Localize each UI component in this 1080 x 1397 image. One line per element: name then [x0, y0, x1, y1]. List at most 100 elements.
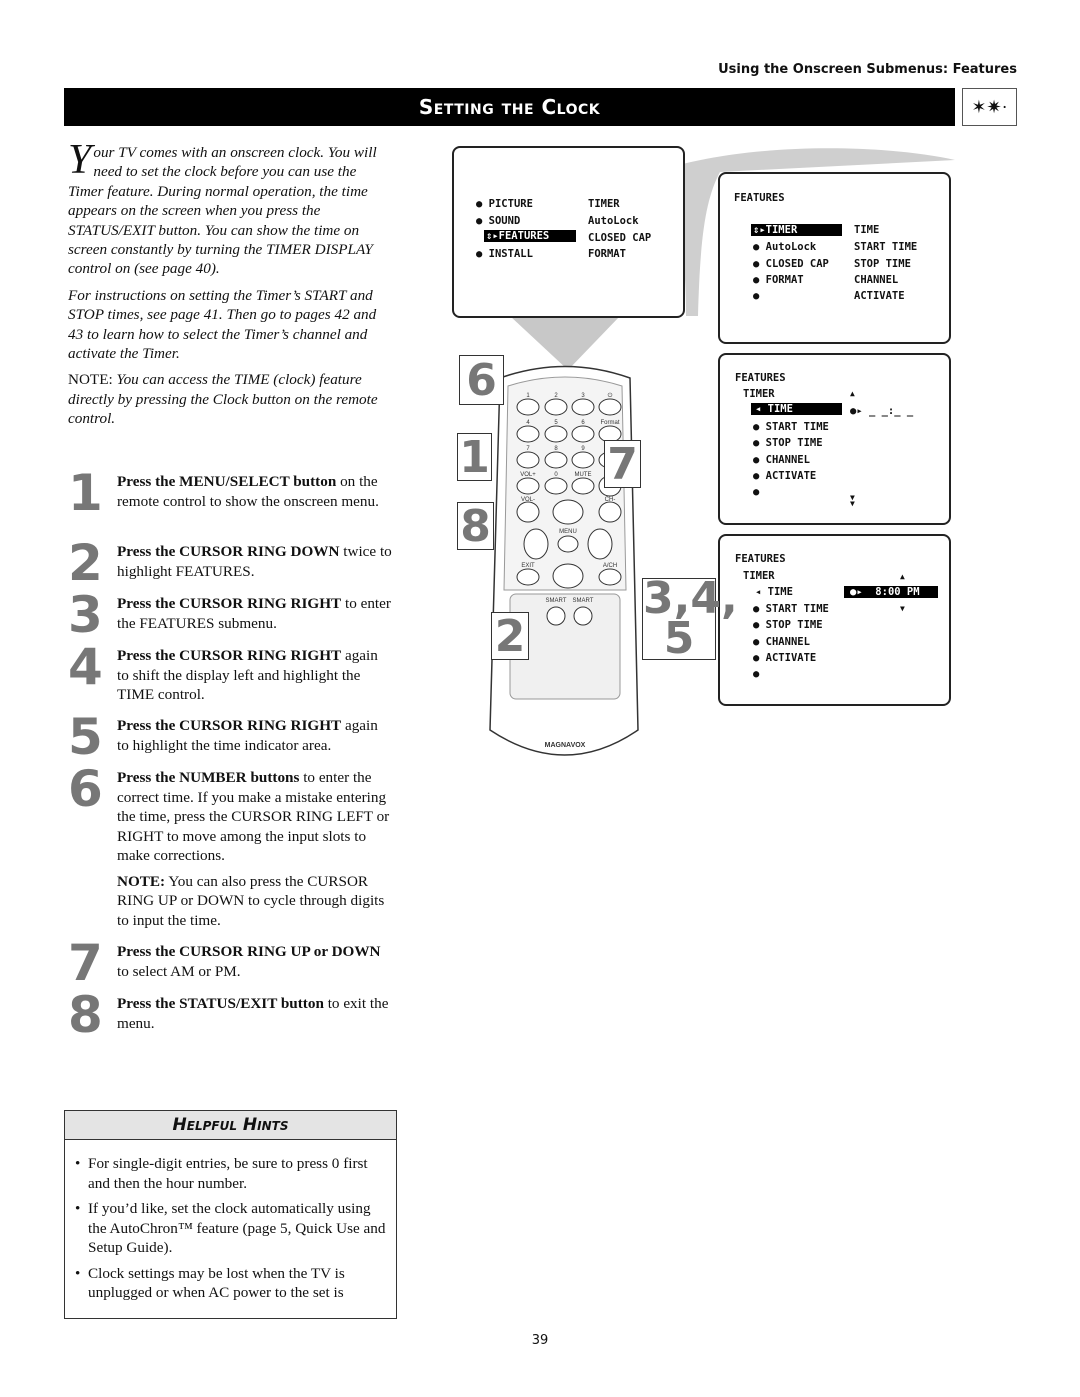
timer-item[interactable]: ● STOP TIME — [753, 437, 823, 449]
timer-item: TIME — [854, 224, 880, 236]
timer-item[interactable]: ● CHANNEL — [753, 454, 810, 466]
timer-item[interactable]: ● ACTIVATE — [753, 470, 816, 482]
remote-key[interactable] — [516, 451, 540, 469]
remote-key[interactable] — [571, 477, 595, 495]
helpful-hints: Helpful Hints For single-digit entries, … — [64, 1110, 397, 1319]
features-item[interactable]: ● AutoLock — [753, 241, 816, 253]
step-action: Press the STATUS/EXIT button — [117, 995, 324, 1012]
timer-item[interactable]: ● STOP TIME — [753, 619, 823, 631]
exit-key[interactable] — [516, 568, 540, 586]
cursor-left-key[interactable] — [523, 528, 549, 560]
step-number: 3 — [68, 586, 103, 644]
key-label: SMART — [573, 598, 594, 604]
stars-icon: ✶✷· — [962, 88, 1017, 126]
cursor-down-key[interactable] — [552, 563, 584, 589]
callout-2: 2 — [491, 612, 529, 661]
features-item[interactable]: ● FORMAT — [753, 274, 804, 286]
smart-picture-key[interactable] — [546, 606, 566, 626]
features-item[interactable]: ● CLOSED CAP — [753, 258, 829, 270]
menu-item-sound[interactable]: ● SOUND — [476, 215, 520, 227]
callout-6: 6 — [459, 355, 504, 406]
step-number: 1 — [68, 464, 103, 522]
remote-control: 1 2 3 ⏻ 4 5 6 Format 789 VOL+ 0 MUTE VOL- CH- ME… — [489, 365, 639, 756]
step-7: 7 Press the CURSOR RING UP or DOWN to sel… — [68, 938, 393, 988]
features-item-timer[interactable]: ⇕▸TIMER — [751, 224, 842, 236]
cursor-right-key[interactable] — [587, 528, 613, 560]
timer-item: CHANNEL — [854, 274, 899, 286]
note-label: NOTE: — [117, 872, 166, 890]
hint-item: For single-digit entries, be sure to pre… — [75, 1154, 386, 1193]
callout-3-4-5: 3,4, 5 — [642, 573, 738, 664]
note-label: NOTE: — [68, 371, 113, 389]
time-input[interactable]: ●▸ 8:00 PM — [844, 586, 938, 598]
remote-key[interactable] — [598, 398, 622, 416]
step-6: 6 Press the NUMBER buttons to enter the c… — [68, 764, 393, 930]
ach-key[interactable] — [598, 568, 622, 586]
remote-key[interactable] — [544, 477, 568, 495]
timer-item: START TIME — [854, 241, 918, 253]
step-3: 3 Press the CURSOR RING RIGHT to enter th… — [68, 590, 393, 640]
timer-item-time[interactable]: ◂ TIME — [751, 403, 842, 415]
screen-subtitle: TIMER — [743, 388, 775, 400]
remote-key[interactable] — [571, 398, 595, 416]
brand-logo: MAGNAVOX — [545, 742, 586, 749]
key-label: A/CH — [603, 563, 617, 569]
submenu-item: CLOSED CAP — [588, 232, 652, 244]
step-number: 4 — [68, 638, 103, 696]
callout-1: 1 — [457, 433, 492, 482]
menu-item-features[interactable]: ⇕▸FEATURES — [484, 230, 576, 242]
hint-item: If you’d like, set the clock automatical… — [75, 1199, 386, 1258]
remote-key[interactable] — [544, 425, 568, 443]
remote-key[interactable] — [516, 477, 540, 495]
hints-title: Helpful Hints — [65, 1111, 396, 1140]
remote-key[interactable] — [516, 425, 540, 443]
submenu-item: FORMAT — [588, 248, 626, 260]
step-action: Press the CURSOR RING RIGHT — [117, 717, 342, 734]
cursor-up-key[interactable] — [552, 499, 584, 525]
remote-key[interactable] — [544, 398, 568, 416]
step-action: Press the CURSOR RING RIGHT — [117, 595, 342, 612]
step-number: 2 — [68, 534, 103, 592]
timer-item[interactable]: ● — [753, 668, 759, 680]
step-action: Press the CURSOR RING UP or DOWN — [117, 943, 381, 960]
ch-minus-key[interactable] — [598, 501, 622, 523]
timer-item[interactable]: ● ACTIVATE — [753, 652, 816, 664]
features-item[interactable]: ● — [753, 290, 759, 302]
step-number: 5 — [68, 708, 103, 766]
submenu-item: TIMER — [588, 198, 620, 210]
menu-item-install[interactable]: ● INSTALL — [476, 248, 533, 260]
down-arrow-icon: ▼ ▼ — [850, 493, 855, 508]
remote-key[interactable] — [571, 451, 595, 469]
timer-item[interactable]: ● START TIME — [753, 421, 829, 433]
remote-key[interactable] — [544, 451, 568, 469]
up-arrow-icon: ▲ — [850, 389, 855, 398]
vol-minus-key[interactable] — [516, 501, 540, 523]
screen-title: FEATURES — [735, 372, 786, 384]
intro-paragraph: our TV comes with an onscreen clock. You… — [68, 144, 377, 278]
key-label: VOL+ — [520, 472, 536, 478]
key-label: EXIT — [521, 563, 535, 569]
intro-note: NOTE: You can access the TIME (clock) fe… — [68, 370, 393, 428]
menu-select-key[interactable] — [557, 535, 579, 553]
step-action: Press the CURSOR RING RIGHT — [117, 647, 342, 664]
step-1: 1 Press the MENU/SELECT button on the rem… — [68, 468, 393, 518]
timer-item[interactable]: ● — [753, 486, 759, 498]
timer-item[interactable]: ● CHANNEL — [753, 636, 810, 648]
menu-item-picture[interactable]: ● PICTURE — [476, 198, 533, 210]
key-label: MUTE — [575, 472, 592, 478]
step-text: to select AM or PM. — [117, 962, 241, 980]
remote-key[interactable] — [571, 425, 595, 443]
screen-title: FEATURES — [734, 192, 785, 204]
intro-paragraph-2: For instructions on setting the Timer’s … — [68, 286, 377, 363]
screen-title: FEATURES — [735, 553, 786, 565]
down-arrow-icon: ▼ — [900, 604, 905, 613]
smart-sound-key[interactable] — [573, 606, 593, 626]
timer-item-time[interactable]: ◂ TIME — [755, 586, 793, 598]
submenu-item: AutoLock — [588, 215, 639, 227]
step-number: 6 — [68, 760, 103, 818]
timer-screen-blank: FEATURES TIMER ▲ ◂ TIME ● START TIME ● S… — [718, 353, 951, 525]
time-input[interactable]: ●▸ _ _:_ _ — [850, 405, 913, 417]
timer-item[interactable]: ● START TIME — [753, 603, 829, 615]
remote-key[interactable] — [516, 398, 540, 416]
timer-item: ACTIVATE — [854, 290, 905, 302]
